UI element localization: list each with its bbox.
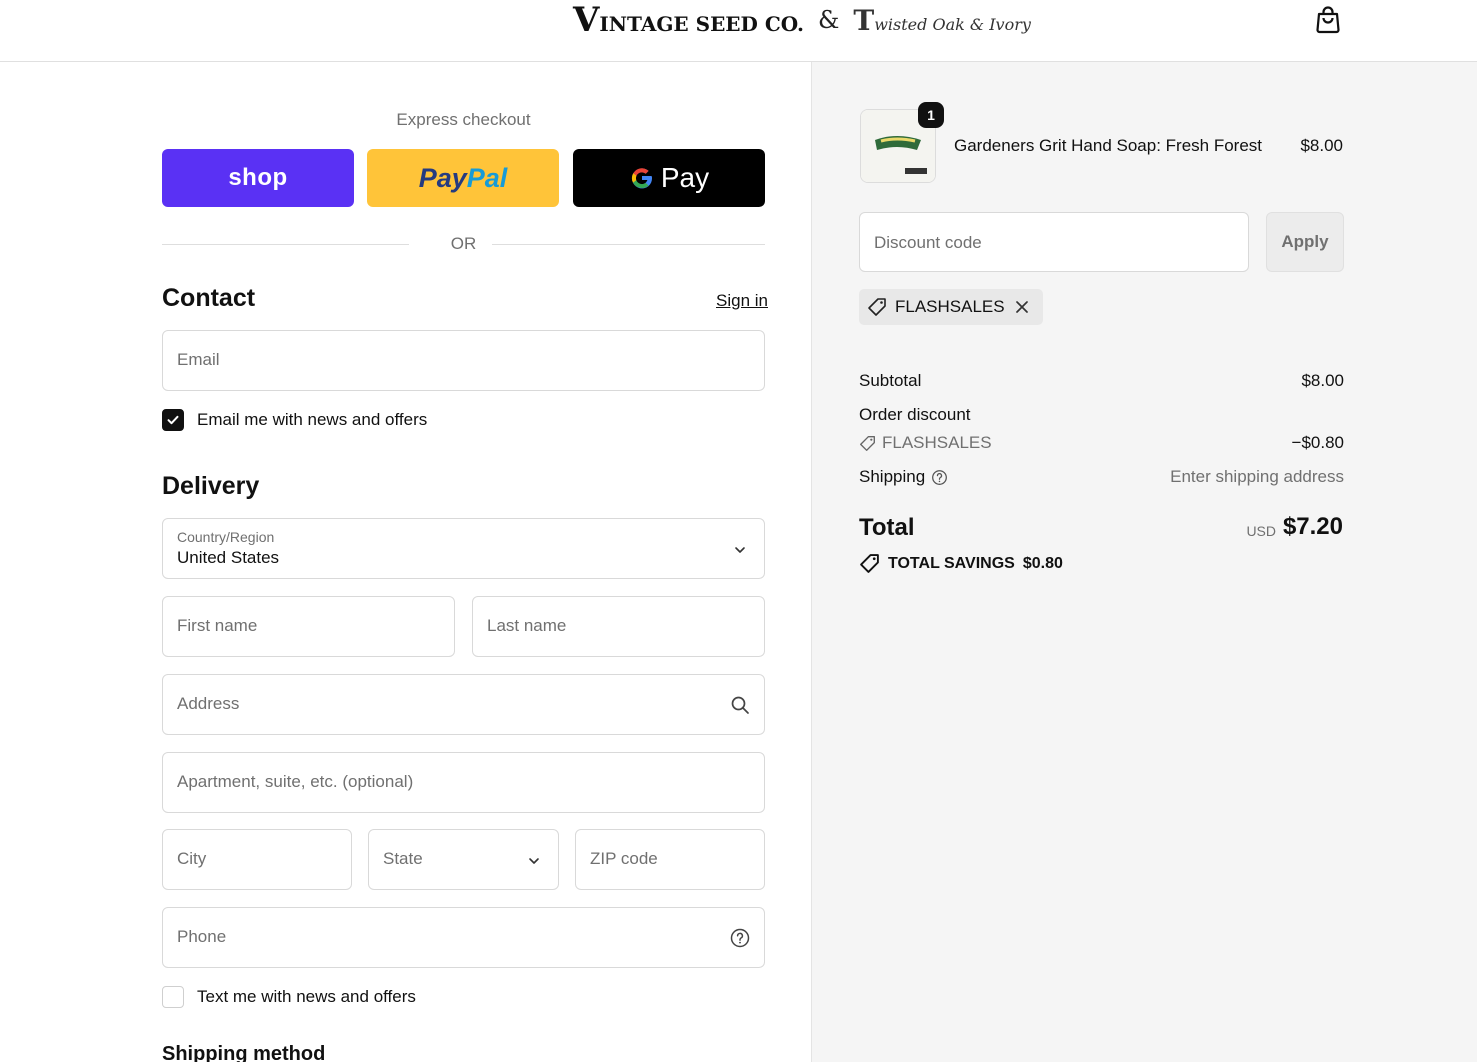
total-savings: TOTAL SAVINGS $0.80 bbox=[859, 553, 1063, 574]
apartment-field[interactable]: Apartment, suite, etc. (optional) bbox=[162, 752, 765, 813]
country-label: Country/Region bbox=[177, 529, 275, 545]
sms-news-label: Text me with news and offers bbox=[197, 987, 416, 1006]
chevron-down-icon bbox=[735, 547, 745, 553]
google-g-icon bbox=[631, 168, 652, 189]
contact-title: Contact bbox=[162, 284, 256, 312]
paypal-button[interactable]: Pay Pal bbox=[367, 149, 559, 207]
last-name-placeholder: Last name bbox=[487, 616, 567, 635]
logo-twisted-oak-ivory: Twisted Oak & Ivory bbox=[853, 3, 1031, 37]
delivery-title: Delivery bbox=[162, 472, 260, 500]
help-circle-icon[interactable] bbox=[730, 928, 750, 948]
discount-code-line: FLASHSALES bbox=[859, 433, 992, 453]
chevron-down-icon bbox=[529, 858, 539, 864]
subtotal-label: Subtotal bbox=[859, 371, 922, 390]
total-value: $7.20 bbox=[1282, 513, 1343, 540]
city-placeholder: City bbox=[177, 849, 207, 868]
checkout-form: Express checkout shop Pay Pal Pay OR Cont… bbox=[0, 62, 811, 1062]
applied-discount-chip: FLASHSALES bbox=[859, 289, 1043, 325]
checkmark-icon bbox=[167, 415, 179, 425]
or-line-right bbox=[492, 244, 765, 245]
tag-icon bbox=[868, 298, 886, 316]
product-name: Gardeners Grit Hand Soap: Fresh Forest bbox=[954, 136, 1263, 155]
first-name-field[interactable]: First name bbox=[162, 596, 455, 657]
shop-pay-button[interactable]: shop bbox=[162, 149, 354, 207]
apply-discount-button[interactable]: Apply bbox=[1266, 212, 1344, 272]
total-savings-value: $0.80 bbox=[1022, 554, 1063, 572]
quantity-badge: 1 bbox=[918, 102, 944, 128]
order-summary: 1 Gardeners Grit Hand Soap: Fresh Forest… bbox=[811, 62, 1477, 1062]
email-placeholder: Email bbox=[177, 350, 220, 369]
zip-field[interactable]: ZIP code bbox=[575, 829, 765, 890]
phone-placeholder: Phone bbox=[177, 927, 227, 946]
shop-pay-label: shop bbox=[228, 164, 288, 191]
shipping-line: Shipping bbox=[859, 467, 948, 487]
apartment-placeholder: Apartment, suite, etc. (optional) bbox=[177, 772, 414, 791]
or-divider: OR bbox=[162, 234, 765, 256]
shopping-bag-icon bbox=[1316, 6, 1340, 34]
address-field[interactable]: Address bbox=[162, 674, 765, 735]
discount-code-input[interactable]: Discount code bbox=[859, 212, 1249, 272]
google-pay-label: Pay bbox=[660, 162, 710, 193]
logo-vintage-seed-co: VINTAGE SEED CO. bbox=[573, 0, 804, 40]
total-currency: USD bbox=[1246, 523, 1276, 539]
email-field[interactable]: Email bbox=[162, 330, 765, 391]
search-icon[interactable] bbox=[730, 695, 750, 715]
order-discount-label: Order discount bbox=[859, 405, 971, 424]
state-select[interactable]: State bbox=[368, 829, 559, 890]
discount-value: −$0.80 bbox=[1291, 433, 1344, 452]
remove-discount-icon[interactable] bbox=[1013, 298, 1031, 316]
country-select[interactable]: Country/Region United States bbox=[162, 518, 765, 579]
tag-icon bbox=[860, 554, 879, 573]
phone-field[interactable]: Phone bbox=[162, 907, 765, 968]
product-price: $8.00 bbox=[1300, 136, 1343, 155]
sms-news-option[interactable]: Text me with news and offers bbox=[162, 986, 416, 1008]
google-pay-button[interactable]: Pay bbox=[573, 149, 765, 207]
sign-in-link[interactable]: Sign in bbox=[716, 291, 768, 311]
shipping-label: Shipping bbox=[859, 467, 926, 486]
state-placeholder: State bbox=[383, 849, 423, 868]
cart-button[interactable] bbox=[1314, 4, 1342, 34]
subtotal-value: $8.00 bbox=[1301, 371, 1344, 390]
paypal-label-pal: Pal bbox=[466, 162, 508, 193]
country-value: United States bbox=[177, 548, 280, 567]
email-news-checkbox[interactable] bbox=[162, 409, 184, 431]
total-savings-label: TOTAL SAVINGS bbox=[888, 554, 1015, 572]
discount-code-placeholder: Discount code bbox=[874, 233, 982, 252]
shipping-method-title: Shipping method bbox=[162, 1043, 326, 1062]
page-header: VINTAGE SEED CO. & Twisted Oak & Ivory bbox=[0, 0, 1477, 62]
paypal-label-pay: Pay bbox=[418, 162, 467, 193]
applied-discount-code: FLASHSALES bbox=[895, 297, 1005, 316]
last-name-field[interactable]: Last name bbox=[472, 596, 765, 657]
sms-news-checkbox[interactable] bbox=[162, 986, 184, 1008]
total-label: Total bbox=[859, 514, 915, 541]
tag-icon bbox=[860, 435, 875, 451]
help-circle-icon[interactable] bbox=[931, 469, 948, 486]
discount-code-label: FLASHSALES bbox=[882, 433, 992, 452]
zip-placeholder: ZIP code bbox=[590, 849, 658, 868]
city-field[interactable]: City bbox=[162, 829, 352, 890]
store-logo[interactable]: VINTAGE SEED CO. & Twisted Oak & Ivory bbox=[573, 0, 1031, 40]
express-checkout-title: Express checkout bbox=[396, 110, 531, 129]
shipping-value: Enter shipping address bbox=[1170, 467, 1344, 486]
email-news-label: Email me with news and offers bbox=[197, 410, 428, 429]
address-placeholder: Address bbox=[177, 694, 240, 713]
email-news-option[interactable]: Email me with news and offers bbox=[162, 409, 427, 431]
first-name-placeholder: First name bbox=[177, 616, 258, 635]
logo-ampersand: & bbox=[818, 6, 840, 34]
